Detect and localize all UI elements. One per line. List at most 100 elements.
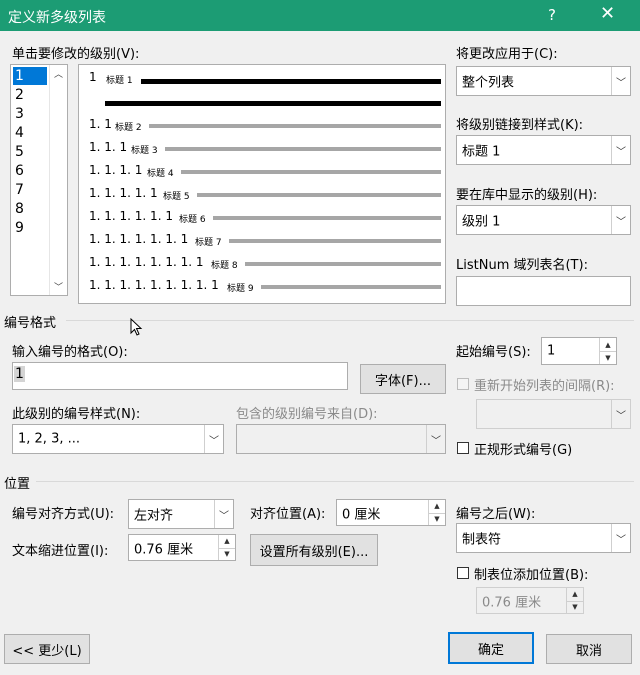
less-button[interactable]: << 更少(L)	[4, 634, 90, 664]
level-list-scrollbar[interactable]: ︿ ﹀	[49, 65, 67, 295]
preview-title: 标题 4	[147, 169, 174, 179]
position-heading: 位置	[4, 477, 31, 492]
follow-number-value: 制表符	[462, 532, 502, 548]
level-list-label: 单击要修改的级别(V):	[12, 47, 140, 62]
preview-title: 标题 8	[211, 261, 238, 271]
spin-up-icon[interactable]: ▲	[219, 535, 235, 549]
chevron-down-icon: ﹀	[204, 425, 223, 453]
spin-down-icon[interactable]: ▼	[600, 351, 616, 364]
section-divider	[66, 320, 634, 321]
preview-line	[149, 124, 441, 128]
number-style-label: 此级别的编号样式(N):	[12, 407, 141, 422]
level-item[interactable]: 8	[13, 200, 45, 218]
follow-number-select[interactable]: 制表符 ﹀	[456, 523, 631, 553]
preview-line	[181, 170, 441, 174]
tab-stop-spinner[interactable]: 0.76 厘米 ▲ ▼	[476, 587, 584, 614]
chevron-down-icon: ﹀	[611, 400, 630, 428]
tab-stop-checkbox[interactable]	[457, 567, 469, 579]
start-at-spinner[interactable]: 1 ▲ ▼	[541, 337, 617, 365]
gallery-level-select[interactable]: 级别 1 ﹀	[456, 205, 631, 235]
tab-stop-label: 制表位添加位置(B):	[474, 568, 589, 583]
chevron-down-icon: ﹀	[611, 206, 630, 234]
scroll-down-icon[interactable]: ﹀	[50, 280, 67, 293]
close-button[interactable]: ✕	[600, 3, 615, 24]
restart-checkbox[interactable]	[457, 378, 469, 390]
set-all-levels-button[interactable]: 设置所有级别(E)...	[250, 534, 378, 566]
preview-number: 1. 1. 1. 1. 1. 1. 1. 1	[89, 255, 204, 269]
indent-label: 文本缩进位置(I):	[12, 544, 109, 559]
spin-up-icon[interactable]: ▲	[429, 500, 445, 514]
preview-number: 1. 1. 1. 1	[89, 163, 143, 177]
align-value: 左对齐	[134, 508, 174, 524]
chevron-down-icon: ﹀	[426, 425, 445, 453]
spin-down-icon[interactable]: ▼	[219, 548, 235, 561]
level-item[interactable]: 9	[13, 219, 45, 237]
number-format-heading: 编号格式	[4, 316, 57, 331]
level-item[interactable]: 7	[13, 181, 45, 199]
link-style-select[interactable]: 标题 1 ﹀	[456, 135, 631, 165]
spin-up-icon[interactable]: ▲	[600, 338, 616, 352]
aligned-at-label: 对齐位置(A):	[250, 507, 326, 522]
link-style-label: 将级别链接到样式(K):	[456, 118, 584, 133]
preview-line	[261, 285, 441, 289]
level-item[interactable]: 4	[13, 124, 45, 142]
format-label: 输入编号的格式(O):	[12, 345, 128, 360]
preview-title: 标题 1	[106, 76, 133, 86]
ok-button[interactable]: 确定	[448, 632, 534, 664]
preview-number: 1. 1. 1. 1. 1. 1. 1	[89, 232, 189, 246]
chevron-down-icon: ﹀	[611, 136, 630, 164]
level-item[interactable]: 3	[13, 105, 45, 123]
list-preview: 1 标题 1 1. 1 标题 2 1. 1. 1 标题 3 1. 1. 1. 1…	[78, 64, 446, 304]
format-input[interactable]: 1	[12, 362, 348, 390]
level-item[interactable]: 2	[13, 86, 45, 104]
preview-line	[141, 79, 441, 84]
spin-down-icon[interactable]: ▼	[429, 513, 445, 526]
gallery-level-label: 要在库中显示的级别(H):	[456, 188, 598, 203]
indent-value: 0.76 厘米	[134, 542, 194, 557]
include-level-select[interactable]: ﹀	[236, 424, 446, 454]
scroll-up-icon[interactable]: ︿	[50, 67, 67, 80]
restart-select[interactable]: ﹀	[476, 399, 631, 429]
gallery-level-value: 级别 1	[462, 214, 501, 230]
title-bar: 定义新多级列表 ? ✕	[0, 0, 640, 31]
apply-to-select[interactable]: 整个列表 ﹀	[456, 66, 631, 96]
start-at-label: 起始编号(S):	[456, 345, 531, 360]
number-style-select[interactable]: 1, 2, 3, ... ﹀	[12, 424, 224, 454]
tab-stop-value: 0.76 厘米	[482, 595, 542, 610]
preview-title: 标题 6	[179, 215, 206, 225]
spin-up-icon[interactable]: ▲	[567, 588, 583, 602]
link-style-value: 标题 1	[462, 144, 501, 160]
indent-spinner[interactable]: 0.76 厘米 ▲ ▼	[128, 534, 236, 561]
preview-title: 标题 3	[131, 146, 158, 156]
mouse-cursor-icon	[130, 318, 143, 336]
cancel-button[interactable]: 取消	[546, 634, 632, 664]
preview-line	[197, 193, 441, 197]
align-select[interactable]: 左对齐 ﹀	[128, 499, 234, 529]
level-listbox[interactable]: 1 2 3 4 5 6 7 8 9 ︿ ﹀	[10, 64, 68, 296]
aligned-at-value: 0 厘米	[342, 507, 381, 522]
preview-title: 标题 9	[227, 284, 254, 294]
preview-number: 1. 1. 1. 1. 1	[89, 186, 158, 200]
start-at-value: 1	[547, 343, 556, 359]
help-button[interactable]: ?	[548, 6, 556, 24]
spin-down-icon[interactable]: ▼	[567, 601, 583, 614]
font-button[interactable]: 字体(F)...	[360, 364, 446, 394]
preview-number: 1	[89, 70, 97, 84]
legal-style-checkbox[interactable]	[457, 442, 469, 454]
window-title: 定义新多级列表	[8, 10, 106, 26]
preview-line	[105, 101, 441, 106]
apply-to-value: 整个列表	[462, 75, 515, 91]
preview-title: 标题 2	[115, 123, 142, 133]
legal-style-label: 正规形式编号(G)	[474, 443, 573, 458]
format-value: 1	[14, 366, 25, 382]
aligned-at-spinner[interactable]: 0 厘米 ▲ ▼	[336, 499, 446, 526]
preview-title: 标题 7	[195, 238, 222, 248]
preview-number: 1. 1. 1	[89, 140, 128, 154]
listnum-input[interactable]	[456, 276, 631, 306]
include-level-label: 包含的级别编号来自(D):	[236, 407, 378, 422]
level-item[interactable]: 1	[13, 67, 47, 85]
level-item[interactable]: 5	[13, 143, 45, 161]
section-divider	[36, 481, 634, 482]
preview-line	[245, 262, 441, 266]
level-item[interactable]: 6	[13, 162, 45, 180]
